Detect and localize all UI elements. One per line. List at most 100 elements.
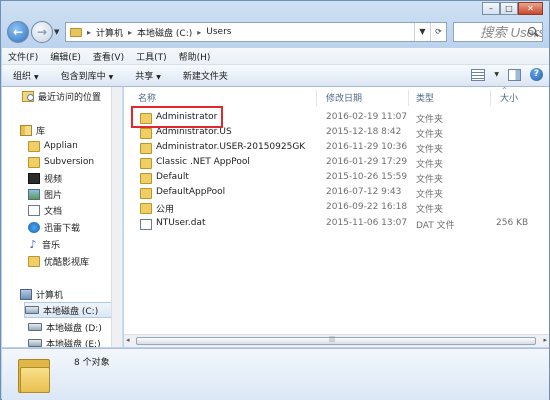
- sidebar-item-label: 库: [36, 126, 46, 137]
- breadcrumb-separator-icon[interactable]: ▸: [197, 28, 201, 37]
- file-type: 文件夹: [416, 130, 444, 140]
- chevron-down-icon[interactable]: ▼: [494, 71, 499, 78]
- sidebar-item-music[interactable]: ♪ 音乐: [28, 236, 60, 252]
- include-in-library-button[interactable]: 包含到库中 ▼: [50, 69, 125, 82]
- breadcrumb-users[interactable]: Users: [206, 27, 231, 37]
- folder-icon: [140, 173, 152, 184]
- sidebar-item-drive-c[interactable]: 本地磁盘 (C:): [24, 302, 112, 318]
- help-icon[interactable]: ?: [530, 68, 543, 81]
- sidebar-item-label: 音乐: [42, 240, 61, 251]
- sidebar-item-computer[interactable]: 计算机: [20, 286, 63, 302]
- share-label: 共享: [135, 72, 154, 82]
- file-row[interactable]: Administrator.US 2015-12-18 8:42 文件夹: [134, 126, 544, 141]
- navigation-pane-scrollbar[interactable]: [111, 87, 122, 347]
- menu-help[interactable]: 帮助(H): [173, 50, 217, 63]
- column-header-type[interactable]: 类型: [416, 91, 434, 105]
- search-icon: [528, 27, 536, 35]
- drive-icon: [28, 323, 42, 331]
- column-divider[interactable]: [316, 90, 317, 106]
- breadcrumb-computer[interactable]: 计算机: [96, 26, 123, 39]
- sidebar-item-label: 视频: [44, 174, 63, 185]
- close-button[interactable]: ✕: [518, 2, 543, 15]
- drive-icon: [28, 339, 42, 347]
- sidebar-item-label: Subversion: [44, 157, 95, 167]
- sidebar-item-subversion[interactable]: Subversion: [28, 154, 94, 170]
- file-type: 文件夹: [416, 160, 444, 170]
- address-bar[interactable]: ▸ 计算机 ▸ 本地磁盘 (C:) ▸ Users ▼ ⟳: [65, 22, 447, 42]
- file-name: DefaultAppPool: [156, 187, 226, 197]
- file-modified: 2015-12-18 8:42: [326, 127, 402, 137]
- file-name: Administrator.USER-20150925GK: [156, 142, 306, 152]
- scroll-right-icon[interactable]: ▸: [543, 336, 547, 344]
- breadcrumb-separator-icon[interactable]: ▸: [87, 28, 91, 37]
- breadcrumb-separator-icon[interactable]: ▸: [128, 28, 132, 37]
- sidebar-item-label: 文档: [44, 206, 63, 217]
- file-row[interactable]: DefaultAppPool 2016-07-12 9:43 文件夹: [134, 186, 544, 201]
- sidebar-item-label: 本地磁盘 (E:): [46, 339, 101, 348]
- navigation-bar: ← → ▼ ▸ 计算机 ▸ 本地磁盘 (C:) ▸ Users ▼ ⟳: [5, 19, 547, 45]
- file-row[interactable]: NTUser.dat 2015-11-06 13:07 DAT 文件 256 K…: [134, 217, 544, 232]
- file-name: 公用: [156, 205, 175, 215]
- menu-file[interactable]: 文件(F): [2, 50, 44, 63]
- horizontal-scrollbar[interactable]: ◂ ||| ▸: [124, 334, 549, 347]
- sidebar-item-drive-e[interactable]: 本地磁盘 (E:): [28, 335, 101, 347]
- file-row[interactable]: Administrator.USER-20150925GK 2016-11-29…: [134, 141, 544, 156]
- back-button[interactable]: ←: [7, 21, 29, 43]
- sidebar-item-xunlei-downloads[interactable]: 迅雷下载: [28, 219, 80, 235]
- recent-pages-dropdown[interactable]: ▼: [54, 28, 59, 36]
- scrollbar-thumb[interactable]: [136, 337, 536, 345]
- file-type: 文件夹: [416, 115, 444, 125]
- column-header-size[interactable]: 大小: [500, 91, 518, 105]
- scroll-left-icon[interactable]: ◂: [126, 336, 130, 344]
- sidebar-item-pictures[interactable]: 图片: [28, 186, 62, 202]
- sidebar-item-label: Applian: [44, 141, 78, 151]
- file-name: Administrator.US: [156, 127, 232, 137]
- sidebar-item-recent-places[interactable]: 最近访问的位置: [22, 88, 101, 104]
- file-modified: 2015-10-26 15:59: [326, 172, 408, 182]
- file-row[interactable]: Classic .NET AppPool 2016-01-29 17:29 文件…: [134, 156, 544, 171]
- sidebar-item-label: 计算机: [36, 290, 64, 301]
- sidebar-item-youku-library[interactable]: 优酷影视库: [28, 253, 89, 269]
- back-arrow-icon: ←: [12, 25, 24, 39]
- chevron-down-icon: ▼: [156, 74, 161, 81]
- preview-pane-icon[interactable]: [508, 68, 521, 81]
- column-header-modified[interactable]: 修改日期: [326, 91, 362, 105]
- folder-icon: [70, 27, 82, 37]
- refresh-button[interactable]: ⟳: [430, 23, 446, 41]
- file-modified: 2015-11-06 13:07: [326, 218, 408, 228]
- forward-button[interactable]: →: [31, 21, 53, 43]
- menu-view[interactable]: 查看(V): [87, 50, 130, 63]
- sidebar-item-videos[interactable]: 视频: [28, 170, 62, 186]
- sidebar-item-applian[interactable]: Applian: [28, 138, 78, 154]
- address-dropdown-button[interactable]: ▼: [414, 23, 430, 41]
- view-options-icon[interactable]: [471, 68, 486, 81]
- maximize-button[interactable]: □: [500, 2, 518, 15]
- file-modified: 2016-09-22 16:18: [326, 202, 408, 212]
- file-row[interactable]: 公用 2016-09-22 16:18 文件夹: [134, 201, 544, 216]
- pictures-library-icon: [28, 188, 40, 200]
- sidebar-item-label: 图片: [44, 190, 63, 201]
- folder-icon: [28, 255, 40, 267]
- file-type: 文件夹: [416, 175, 444, 185]
- file-row[interactable]: Default 2015-10-26 15:59 文件夹: [134, 171, 544, 186]
- command-bar: 组织 ▼ 包含到库中 ▼ 共享 ▼ 新建文件夹 ▼ ?: [2, 65, 549, 87]
- breadcrumb-drive-c[interactable]: 本地磁盘 (C:): [137, 26, 192, 39]
- column-divider[interactable]: [408, 90, 409, 106]
- forward-arrow-icon: →: [36, 25, 48, 39]
- highlight-annotation: [131, 106, 223, 128]
- sidebar-item-libraries[interactable]: 库: [20, 122, 45, 138]
- chevron-down-icon: ▼: [108, 74, 114, 81]
- minimize-button[interactable]: –: [482, 2, 500, 15]
- organize-button[interactable]: 组织 ▼: [2, 69, 50, 82]
- details-pane: 8 个对象: [2, 348, 549, 400]
- grip-icon: |||: [329, 336, 336, 343]
- sidebar-item-drive-d[interactable]: 本地磁盘 (D:): [28, 319, 102, 335]
- column-header-name[interactable]: 名称: [138, 91, 156, 105]
- sidebar-item-documents[interactable]: 文档: [28, 202, 62, 218]
- menu-edit[interactable]: 编辑(E): [44, 50, 87, 63]
- column-divider[interactable]: [490, 90, 491, 106]
- file-modified: 2016-07-12 9:43: [326, 187, 402, 197]
- menu-tools[interactable]: 工具(T): [130, 50, 173, 63]
- new-folder-button[interactable]: 新建文件夹: [172, 69, 239, 82]
- share-button[interactable]: 共享 ▼: [124, 69, 172, 82]
